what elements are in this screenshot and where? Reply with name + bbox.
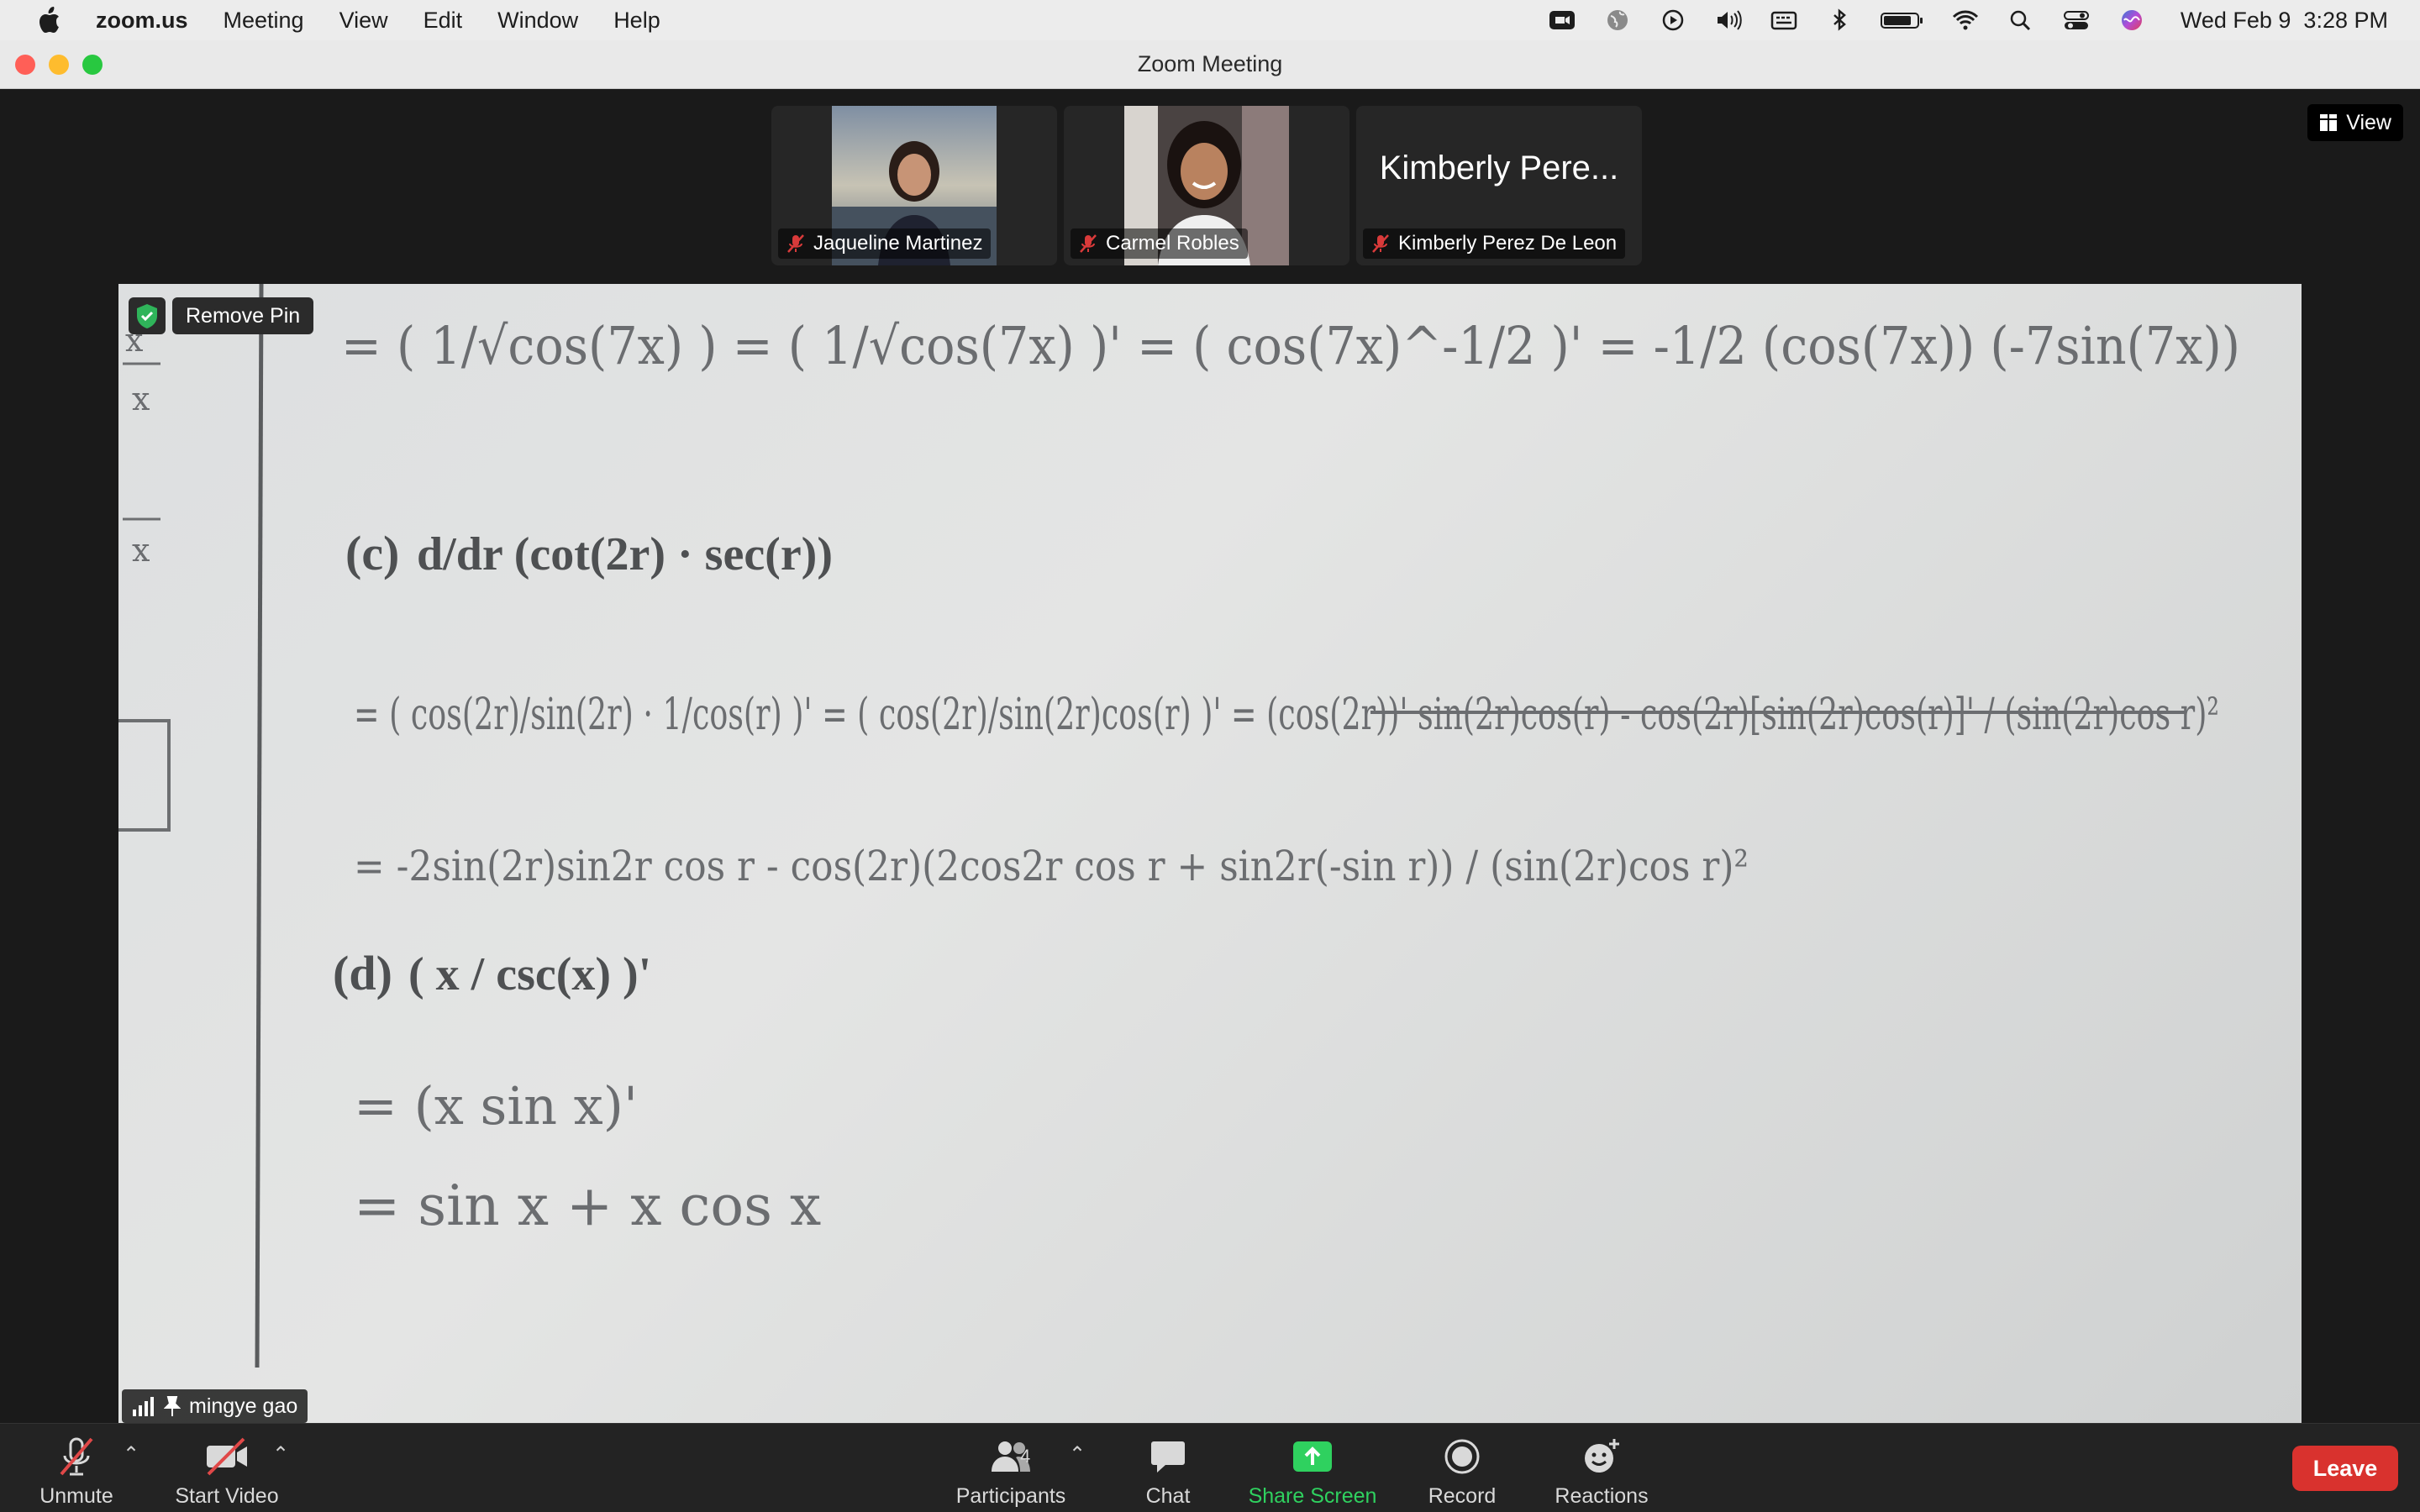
participant-name: Jaqueline Martinez <box>813 232 983 255</box>
video-off-icon <box>203 1436 250 1478</box>
problem-c-label: (c) <box>345 526 399 580</box>
chat-icon <box>1149 1436 1187 1478</box>
muted-mic-icon <box>56 1436 97 1478</box>
siri-icon[interactable] <box>2117 8 2147 33</box>
participant-tile[interactable]: Kimberly Pere... Kimberly Perez De Leon <box>1356 106 1642 265</box>
record-label: Record <box>1428 1484 1497 1508</box>
participant-name: Carmel Robles <box>1106 232 1239 255</box>
muted-mic-icon <box>1079 234 1097 254</box>
menubar-datetime[interactable]: Wed Feb 9 3:28 PM <box>2181 8 2388 34</box>
video-options-caret-icon[interactable]: ⌃ <box>272 1442 289 1467</box>
participants-label: Participants <box>955 1484 1066 1508</box>
reactions-label: Reactions <box>1555 1484 1649 1508</box>
problem-c-step-2: = -2sin(2r)sin2r cos r - cos(2r)(2cos2r … <box>354 842 1749 890</box>
leave-button[interactable]: Leave <box>2292 1446 2398 1491</box>
participant-display-name: Kimberly Pere... <box>1379 150 1619 186</box>
participant-tile[interactable]: Jaqueline Martinez <box>771 106 1057 265</box>
share-screen-button[interactable]: Share Screen <box>1245 1436 1380 1509</box>
grid-view-icon <box>2320 114 2338 131</box>
share-screen-label: Share Screen <box>1248 1484 1377 1508</box>
control-center-icon[interactable] <box>2061 8 2091 33</box>
remove-pin-button[interactable]: Remove Pin <box>172 297 314 334</box>
pinned-video[interactable]: x x x = ( 1/√cos(7x) ) = ( 1/√cos(7x) )'… <box>118 284 2302 1423</box>
problem-c-text: d/dr (cot(2r) · sec(r)) <box>417 528 833 580</box>
speaker-name: mingye gao <box>189 1394 298 1418</box>
speaker-nametag: mingye gao <box>122 1389 308 1423</box>
muted-mic-icon <box>1371 234 1390 254</box>
volume-icon[interactable] <box>1713 8 1744 33</box>
chat-button[interactable]: Chat <box>1126 1436 1210 1509</box>
wifi-icon[interactable] <box>1950 8 1981 33</box>
close-window-button[interactable] <box>15 55 35 75</box>
window-title: Zoom Meeting <box>1137 51 1283 76</box>
participant-nametag: Carmel Robles <box>1071 228 1248 259</box>
bluetooth-icon[interactable] <box>1824 8 1854 33</box>
problem-d-step-2: = sin x + x cos x <box>354 1173 821 1238</box>
zoom-icon[interactable] <box>1547 8 1577 33</box>
start-video-label: Start Video <box>175 1484 279 1508</box>
problem-d-text: ( x / csc(x) )' <box>408 948 651 1000</box>
participants-options-caret-icon[interactable]: ⌃ <box>1069 1442 1086 1467</box>
audio-options-caret-icon[interactable]: ⌃ <box>123 1442 139 1467</box>
menu-help[interactable]: Help <box>613 8 660 34</box>
participants-icon: 4 <box>973 1436 1049 1478</box>
menu-app-name[interactable]: zoom.us <box>96 8 188 34</box>
remove-pin-control[interactable]: Remove Pin <box>129 296 314 336</box>
window-titlebar: Zoom Meeting <box>0 40 2420 89</box>
spotlight-icon[interactable] <box>2006 8 2036 33</box>
menu-view[interactable]: View <box>339 8 388 34</box>
svg-text:x: x <box>132 532 150 569</box>
battery-icon[interactable] <box>1880 8 1925 33</box>
pin-icon <box>164 1396 181 1416</box>
participant-count: 4 <box>1020 1446 1031 1467</box>
handwritten-paper: x x x = ( 1/√cos(7x) ) = ( 1/√cos(7x) )'… <box>118 284 2240 1368</box>
apple-icon[interactable] <box>30 6 71 34</box>
problem-d-step-1: = (x sin x)' <box>354 1075 638 1137</box>
record-button[interactable]: Record <box>1420 1436 1504 1509</box>
globe-icon[interactable] <box>1602 8 1633 33</box>
participant-nametag: Kimberly Perez De Leon <box>1363 228 1626 259</box>
participants-button[interactable]: 4 Participants <box>953 1436 1069 1509</box>
menu-meeting[interactable]: Meeting <box>224 8 304 34</box>
chat-label: Chat <box>1145 1484 1191 1508</box>
participant-tile[interactable]: Carmel Robles <box>1064 106 1349 265</box>
view-button[interactable]: View <box>2307 104 2403 141</box>
meeting-stage: Jaqueline Martinez Carmel Robles Kimberl… <box>0 89 2420 1423</box>
minimize-window-button[interactable] <box>49 55 69 75</box>
problem-d-label: (d) <box>333 946 392 1000</box>
unmute-label: Unmute <box>39 1484 113 1508</box>
meeting-toolbar: Unmute ⌃ Start Video ⌃ 4 Participants ⌃ … <box>0 1423 2420 1512</box>
unmute-button[interactable]: Unmute <box>30 1436 123 1509</box>
svg-text:x: x <box>132 381 150 417</box>
menu-window[interactable]: Window <box>497 8 578 34</box>
participant-nametag: Jaqueline Martinez <box>778 228 992 259</box>
muted-mic-icon <box>786 234 805 254</box>
start-video-button[interactable]: Start Video <box>168 1436 286 1509</box>
menu-edit[interactable]: Edit <box>424 8 463 34</box>
share-screen-icon <box>1292 1436 1334 1478</box>
view-button-label: View <box>2346 110 2391 134</box>
signal-strength-icon <box>133 1397 154 1416</box>
work-line-1: = ( 1/√cos(7x) ) = ( 1/√cos(7x) )' = ( c… <box>341 315 2240 376</box>
participant-name: Kimberly Perez De Leon <box>1398 232 1618 255</box>
play-icon[interactable] <box>1658 8 1688 33</box>
shield-icon <box>129 297 166 334</box>
menu-bar: zoom.us Meeting View Edit Window Help We… <box>0 0 2420 40</box>
reactions-button[interactable]: Reactions <box>1551 1436 1652 1509</box>
keyboard-icon[interactable] <box>1769 8 1799 33</box>
problem-c-step-1: = ( cos(2r)/sin(2r) · 1/cos(r) )' = ( co… <box>354 690 2219 740</box>
zoom-window-button[interactable] <box>82 55 103 75</box>
reactions-icon <box>1581 1436 1623 1478</box>
record-icon <box>1443 1436 1481 1478</box>
